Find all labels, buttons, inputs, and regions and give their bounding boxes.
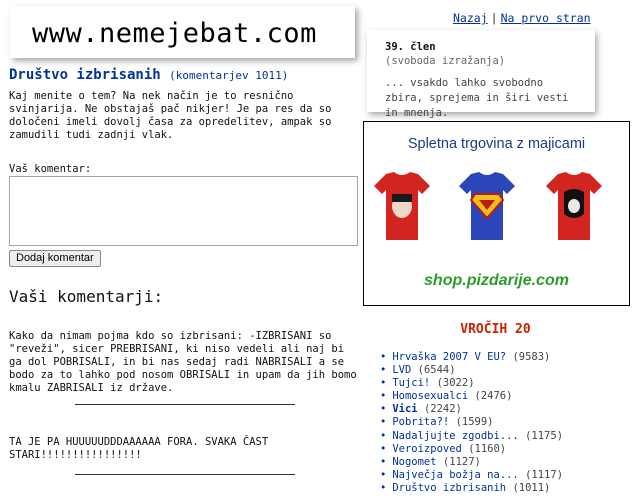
topic-link[interactable]: Največja božja na... (392, 469, 518, 481)
topic-count: (1599) (455, 416, 494, 429)
comment-item: TA JE PA HUUUUUDDDAAAAAA FORA. SVAKA ČAS… (9, 436, 269, 461)
back-link[interactable]: Nazaj (453, 11, 488, 25)
topic-count: (1011) (512, 481, 551, 494)
bullet-icon: • (380, 455, 387, 468)
hot-topics-title: VROČIH 20 (460, 322, 531, 337)
add-comment-button[interactable]: Dodaj komentar (9, 250, 101, 267)
tshirt-red-che-icon (546, 172, 602, 240)
tshirt-blue-superman-icon (459, 172, 515, 240)
bullet-icon: • (380, 390, 387, 403)
bullet-icon: • (380, 442, 387, 455)
ad-title: Spletna trgovina z majicami (407, 136, 586, 152)
topic-count: (2476) (474, 390, 513, 403)
topic-count: (2242) (423, 403, 462, 416)
list-item: • Homosexualci (2476) (380, 390, 563, 403)
site-logo[interactable]: www.nemejebat.com (32, 18, 317, 49)
comment-divider (75, 474, 295, 475)
page-title: Društvo izbrisanih (komentarjev 1011) (9, 67, 288, 83)
bullet-icon: • (380, 429, 387, 442)
comment-item: Kako da nimam pojma kdo so izbrisani: -I… (9, 330, 357, 394)
bullet-icon: • (380, 364, 387, 377)
bullet-icon: • (380, 403, 387, 416)
topic-link[interactable]: Veroizpoved (392, 443, 462, 455)
bullet-icon: • (380, 481, 387, 494)
top-nav: Nazaj | Na prvo stran (453, 11, 591, 25)
topic-count: (1117) (525, 468, 564, 481)
list-item: • Nadaljujte zgodbi... (1175) (380, 430, 563, 443)
post-title: Društvo izbrisanih (9, 67, 161, 83)
topic-link[interactable]: Hrvaška 2007 V EU? (392, 351, 506, 363)
topic-link[interactable]: Vici (392, 403, 417, 415)
topic-link[interactable]: Tujci! (392, 377, 430, 389)
topic-count: (1127) (442, 455, 481, 468)
list-item: • Vici (2242) (380, 403, 563, 416)
list-item: • Hrvaška 2007 V EU? (9583) (380, 351, 563, 364)
nav-separator: | (490, 11, 498, 25)
topic-link[interactable]: LVD (392, 364, 411, 376)
list-item: • Veroizpoved (1160) (380, 443, 563, 456)
topic-link[interactable]: Nadaljujte zgodbi... (392, 430, 518, 442)
hot-topics-list: • Hrvaška 2007 V EU? (9583) • LVD (6544) •… (380, 351, 563, 495)
article-number: 39. člen (385, 41, 436, 53)
topic-count: (9583) (512, 351, 551, 363)
article-quote-box: 39. člen (svoboda izražanja) ... vsakdo … (367, 30, 595, 119)
list-item: • LVD (6544) (380, 364, 563, 377)
list-item: • Pobrita?! (1599) (380, 416, 563, 429)
post-intro: Kaj menite o tem? Na nek način je to res… (9, 90, 332, 141)
topic-count: (3022) (436, 377, 475, 390)
bullet-icon: • (380, 468, 387, 481)
topic-count: (1175) (525, 429, 564, 442)
list-item: • Tujci! (3022) (380, 377, 563, 390)
list-item: • Največja božja na... (1117) (380, 469, 563, 482)
tshirt-shop-ad[interactable]: Spletna trgovina z majicami shop.pizdari… (363, 121, 630, 306)
list-item: • Nogomet (1127) (380, 456, 563, 469)
topic-count: (1160) (468, 442, 507, 455)
comment-label: Vaš komentar: (9, 163, 92, 175)
shop-link[interactable]: shop.pizdarije.com (364, 272, 629, 290)
bullet-icon: • (380, 351, 387, 363)
topic-link[interactable]: Nogomet (392, 456, 436, 468)
article-text: ... vsakdo lahko svobodno zbira, sprejem… (385, 77, 569, 119)
topic-link[interactable]: Homosexualci (392, 390, 468, 402)
comment-count: (komentarjev 1011) (169, 69, 289, 82)
comment-divider (75, 404, 295, 405)
article-subtitle: (svoboda izražanja) (385, 55, 506, 67)
topic-link[interactable]: Pobrita?! (392, 416, 449, 428)
tshirt-red-portrait-icon (374, 172, 430, 240)
topic-count: (6544) (417, 364, 456, 377)
comments-heading: Vaši komentarji: (9, 287, 164, 306)
bullet-icon: • (380, 377, 387, 390)
bullet-icon: • (380, 416, 387, 429)
comment-textarea[interactable] (9, 176, 358, 246)
list-item: • Društvo izbrisanih (1011) (380, 482, 563, 495)
home-link[interactable]: Na prvo stran (501, 11, 591, 25)
topic-link[interactable]: Društvo izbrisanih (392, 482, 506, 494)
logo-box: www.nemejebat.com (10, 6, 355, 58)
